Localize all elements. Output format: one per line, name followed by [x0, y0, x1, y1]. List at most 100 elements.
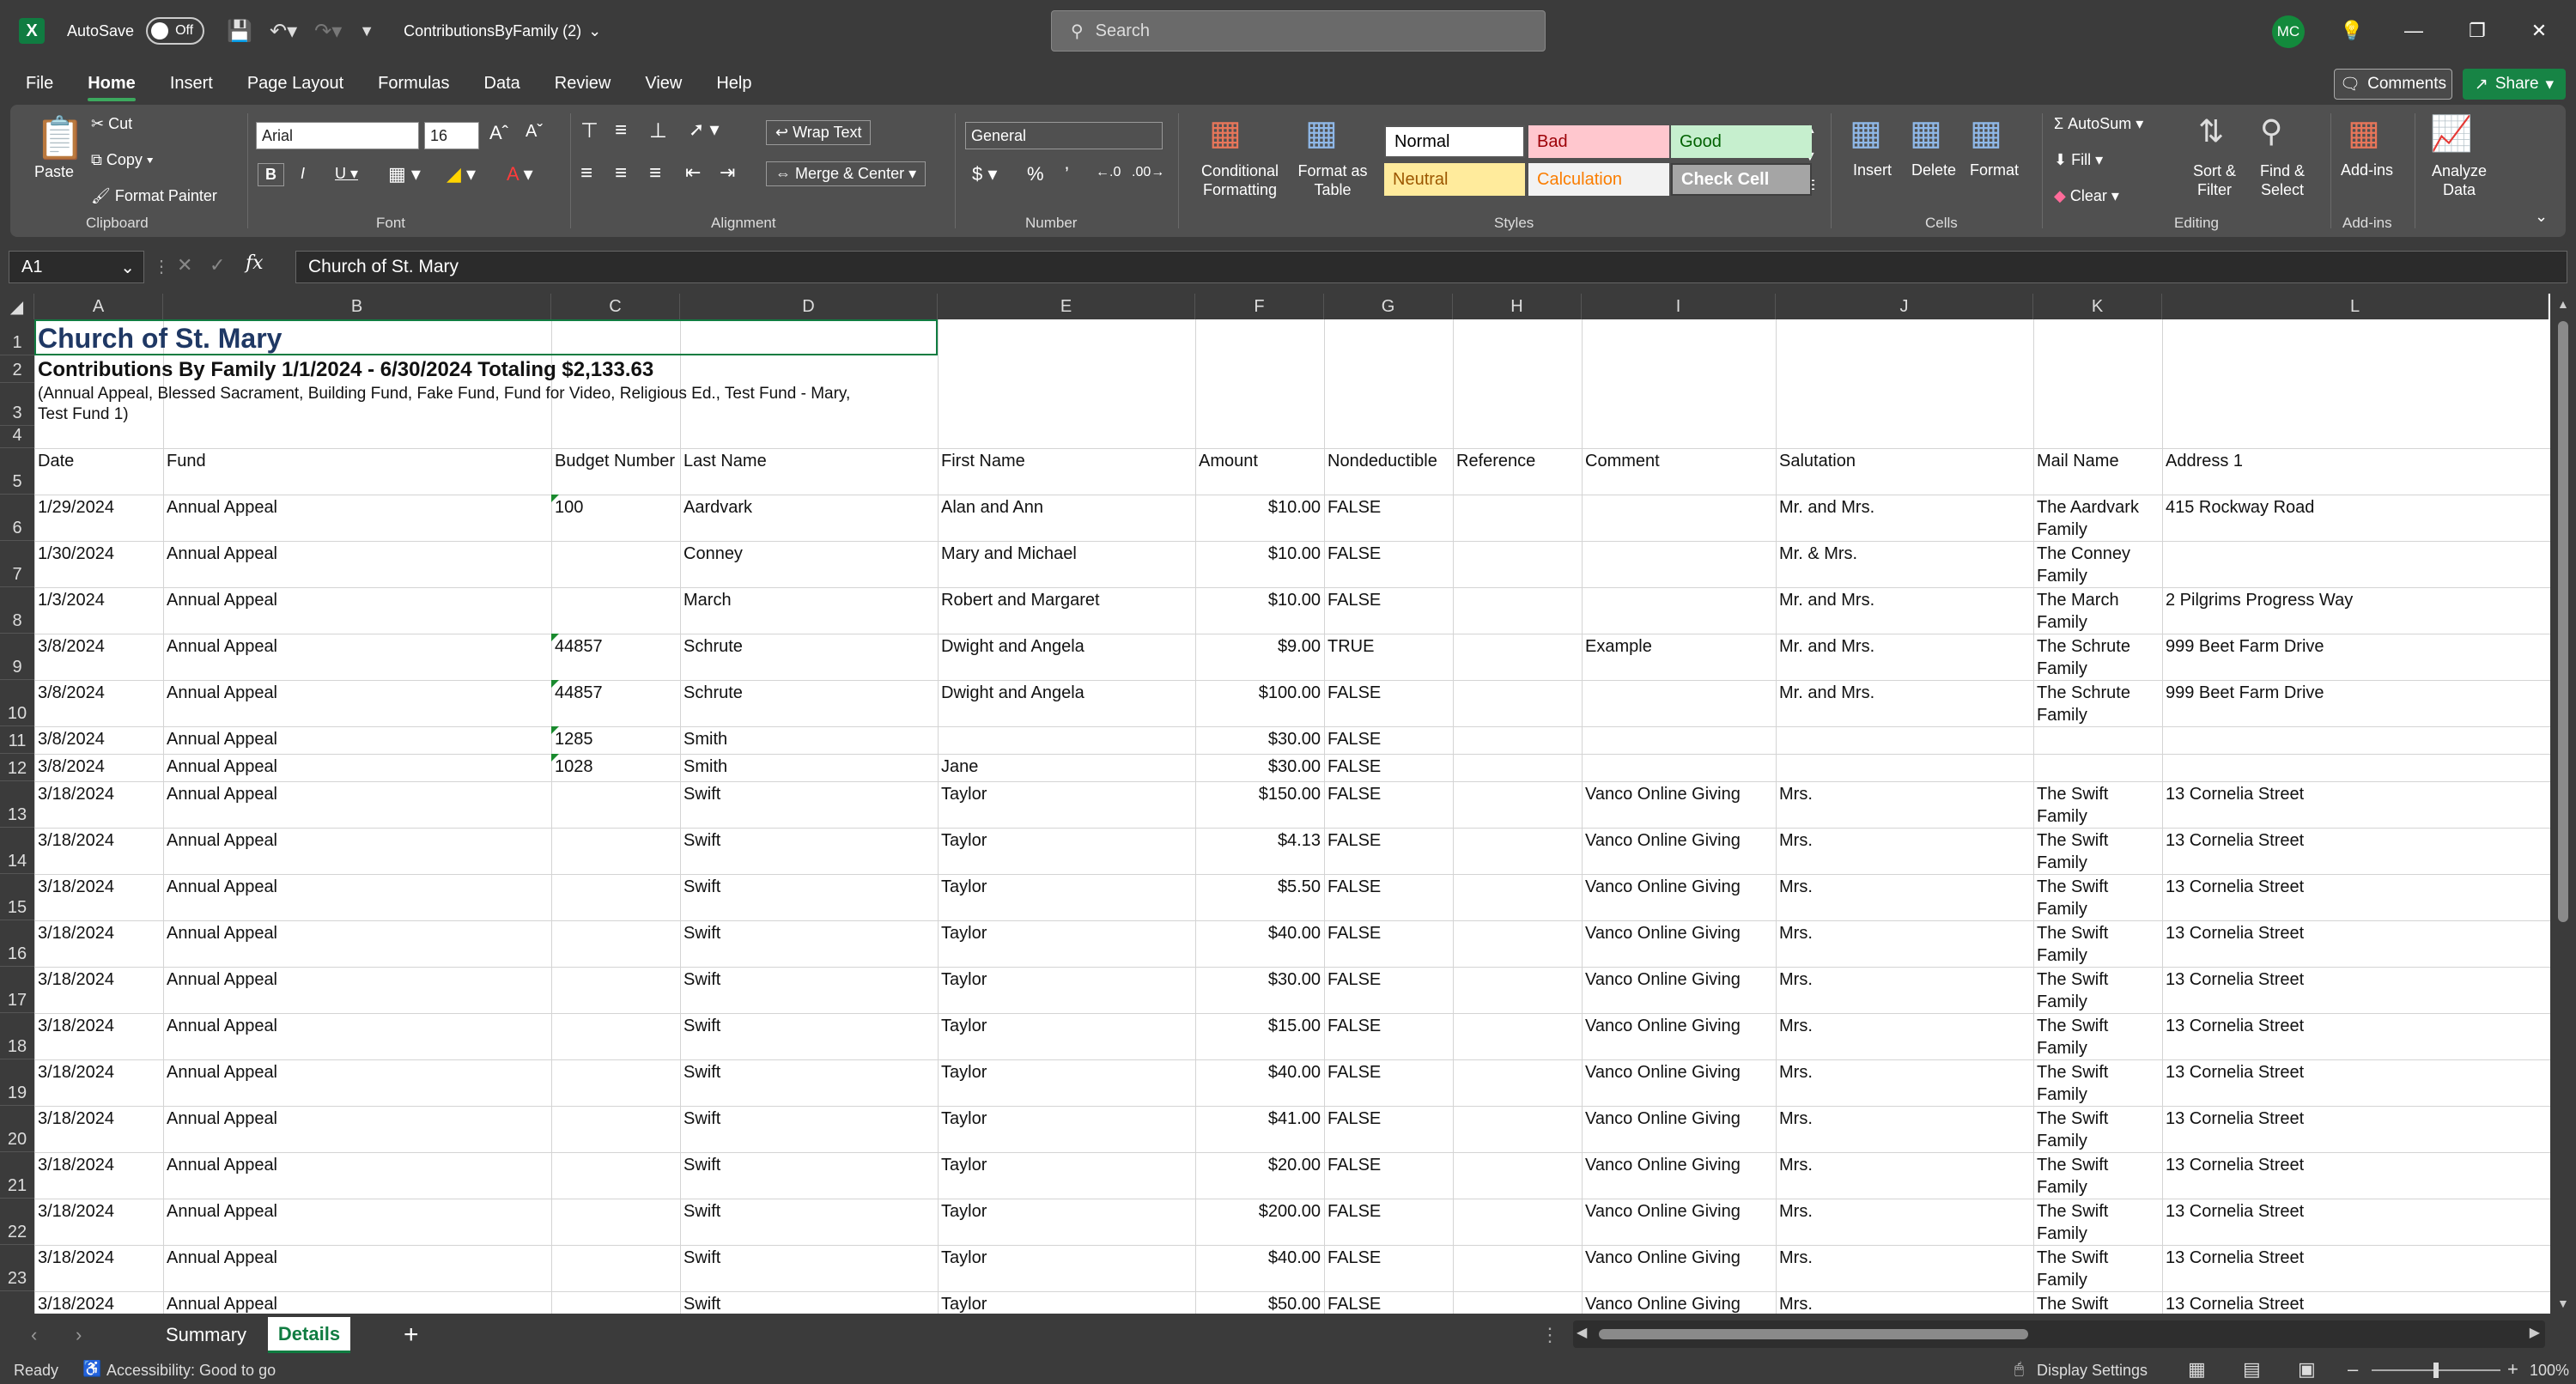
scroll-up-icon[interactable]: ▲ [2557, 297, 2569, 311]
font-size-select[interactable]: 16 [424, 122, 479, 149]
table-cell[interactable]: FALSE [1324, 754, 1453, 781]
table-cell[interactable]: 13 Cornelia Street [2162, 1152, 2549, 1199]
insert-cells-icon[interactable]: ▦ [1850, 113, 1882, 153]
table-cell[interactable]: Schrute [680, 634, 938, 680]
tab-formulas[interactable]: Formulas [361, 62, 466, 105]
sheet-subtitle[interactable]: Contributions By Family 1/1/2024 - 6/30/… [34, 357, 979, 383]
table-cell[interactable]: The Swift Family [2033, 1059, 2162, 1106]
table-cell[interactable]: Vanco Online Giving [1582, 1152, 1776, 1199]
scroll-down-icon[interactable]: ▼ [2557, 1296, 2569, 1310]
table-cell[interactable]: Conney [680, 541, 938, 587]
lightbulb-icon[interactable]: 💡 [2324, 0, 2380, 62]
format-painter-button[interactable]: 🖌 Format Painter [91, 187, 217, 205]
column-header-c[interactable]: C [551, 294, 680, 319]
table-cell[interactable]: Mrs. [1776, 874, 2033, 920]
amount-cell[interactable]: $150.00 [1195, 781, 1324, 828]
table-cell[interactable]: Mrs. [1776, 1199, 2033, 1245]
row-header[interactable]: 9 [0, 634, 34, 680]
amount-cell[interactable]: $30.00 [1195, 967, 1324, 1013]
amount-cell[interactable]: $9.00 [1195, 634, 1324, 680]
table-cell[interactable]: Swift [680, 920, 938, 967]
row-header[interactable]: 23 [0, 1245, 34, 1291]
column-label[interactable]: Budget Number [551, 448, 680, 474]
table-cell[interactable]: Mr. and Mrs. [1776, 634, 2033, 680]
align-right-icon[interactable]: ≡ [649, 161, 661, 185]
table-cell[interactable]: Mary and Michael [938, 541, 1195, 587]
style-check-cell[interactable]: Check Cell [1671, 163, 1812, 196]
table-cell[interactable]: Annual Appeal [163, 1106, 551, 1152]
table-cell[interactable]: Annual Appeal [163, 1245, 551, 1291]
row-header[interactable]: 5 [0, 448, 34, 495]
column-header-l[interactable]: L [2162, 294, 2549, 319]
table-cell[interactable]: 1/30/2024 [34, 541, 163, 587]
table-cell[interactable]: FALSE [1324, 920, 1453, 967]
table-cell[interactable]: Mr. and Mrs. [1776, 680, 2033, 726]
save-icon[interactable]: 💾 [227, 19, 252, 44]
insert-cells-button[interactable]: Insert [1853, 161, 1892, 179]
table-cell[interactable]: FALSE [1324, 1199, 1453, 1245]
zoom-slider[interactable] [2372, 1363, 2500, 1378]
table-cell[interactable]: The Swift Family [2033, 874, 2162, 920]
table-cell[interactable]: Dwight and Angela [938, 680, 1195, 726]
table-cell[interactable]: Mr. & Mrs. [1776, 541, 2033, 587]
row-header[interactable]: 3 [0, 383, 34, 426]
tab-page-layout[interactable]: Page Layout [230, 62, 361, 105]
table-cell[interactable]: Vanco Online Giving [1582, 874, 1776, 920]
table-cell[interactable]: Jane [938, 754, 1195, 781]
table-cell[interactable]: The Schrute Family [2033, 634, 2162, 680]
table-cell[interactable]: FALSE [1324, 726, 1453, 754]
table-cell[interactable]: Annual Appeal [163, 1199, 551, 1245]
table-cell[interactable]: 2 Pilgrims Progress Way [2162, 587, 2549, 634]
row-header[interactable]: 1 [0, 319, 34, 355]
table-cell[interactable]: 13 Cornelia Street [2162, 1059, 2549, 1106]
table-cell[interactable]: Robert and Margaret [938, 587, 1195, 634]
grow-font-icon[interactable]: Aˆ [489, 122, 508, 144]
row-header[interactable]: 4 [0, 426, 34, 448]
comments-button[interactable]: 🗨 Comments [2334, 69, 2452, 100]
row-header[interactable]: 12 [0, 754, 34, 781]
restore-button[interactable]: ❐ [2449, 0, 2506, 62]
table-cell[interactable]: The Swift Family [2033, 1245, 2162, 1291]
table-cell[interactable]: Mrs. [1776, 1106, 2033, 1152]
table-cell[interactable]: Annual Appeal [163, 828, 551, 874]
decrease-indent-icon[interactable]: ⇤ [685, 161, 701, 184]
zoom-in-icon[interactable]: + [2507, 1358, 2518, 1381]
table-cell[interactable]: 3/18/2024 [34, 874, 163, 920]
table-cell[interactable]: Annual Appeal [163, 495, 551, 541]
tab-summary[interactable]: Summary [155, 1317, 258, 1353]
font-name-select[interactable]: Arial [256, 122, 419, 149]
display-settings-button[interactable]: Display Settings [2037, 1362, 2148, 1380]
add-ins-button[interactable]: Add-ins [2341, 161, 2393, 179]
table-cell[interactable]: Annual Appeal [163, 1059, 551, 1106]
table-cell[interactable]: FALSE [1324, 781, 1453, 828]
worksheet-grid[interactable]: ◢ A B C D E F G H I J K L 1 2 3 4 5 6 7 8 9 10 11 12 13 14 15 16 17 18… [0, 294, 2550, 1314]
close-button[interactable]: ✕ [2511, 0, 2567, 62]
table-cell[interactable]: Taylor [938, 828, 1195, 874]
table-cell[interactable]: FALSE [1324, 1013, 1453, 1059]
amount-cell[interactable]: $4.13 [1195, 828, 1324, 874]
style-good[interactable]: Good [1671, 125, 1812, 158]
error-indicator-icon[interactable] [551, 726, 559, 734]
table-cell[interactable]: Mrs. [1776, 920, 2033, 967]
align-top-icon[interactable]: ⊤ [580, 118, 598, 143]
amount-cell[interactable]: $20.00 [1195, 1152, 1324, 1199]
table-cell[interactable]: Mrs. [1776, 1013, 2033, 1059]
find-select-button[interactable]: Find & Select [2248, 161, 2317, 199]
fill-color-icon[interactable]: ◢ ▾ [447, 163, 476, 185]
table-cell[interactable]: Annual Appeal [163, 1013, 551, 1059]
align-bottom-icon[interactable]: ⊥ [649, 118, 667, 143]
table-cell[interactable]: FALSE [1324, 1106, 1453, 1152]
table-cell[interactable]: 44857 [551, 634, 680, 680]
row-header[interactable]: 19 [0, 1059, 34, 1106]
table-cell[interactable]: March [680, 587, 938, 634]
align-middle-icon[interactable]: ≡ [615, 118, 627, 143]
table-cell[interactable]: 3/18/2024 [34, 1152, 163, 1199]
paste-icon[interactable]: 📋 [34, 113, 86, 162]
table-cell[interactable]: 3/18/2024 [34, 1013, 163, 1059]
amount-cell[interactable]: $30.00 [1195, 754, 1324, 781]
row-header[interactable]: 11 [0, 726, 34, 754]
funds-list[interactable]: Test Fund 1) [34, 402, 979, 428]
wrap-text-button[interactable]: ↩ Wrap Text [766, 120, 872, 145]
merge-center-button[interactable]: ⇔ Merge & Center ▾ [766, 161, 927, 186]
table-cell[interactable]: Vanco Online Giving [1582, 1059, 1776, 1106]
